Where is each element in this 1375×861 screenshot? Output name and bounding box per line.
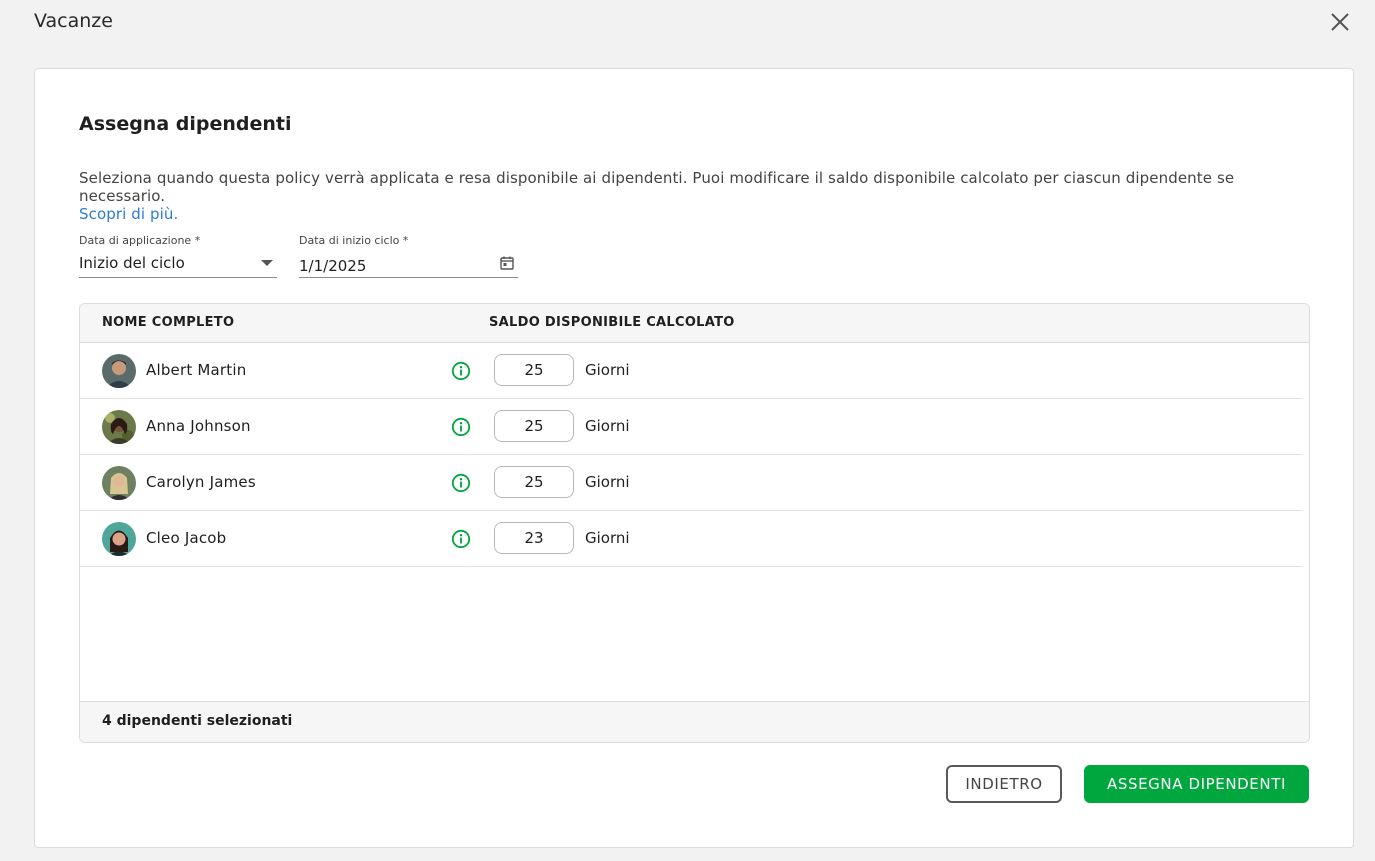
days-input[interactable] <box>494 354 574 386</box>
avatar <box>102 410 136 444</box>
description: Seleziona quando questa policy verrà app… <box>79 169 1309 223</box>
table-row: Carolyn James Giorni <box>80 455 1303 511</box>
employee-name: Cleo Jacob <box>146 529 227 547</box>
table-footer: 4 dipendenti selezionati <box>80 701 1309 742</box>
description-text: Seleziona quando questa policy verrà app… <box>79 169 1235 205</box>
days-input[interactable] <box>494 410 574 442</box>
info-icon[interactable] <box>451 473 471 493</box>
days-input[interactable] <box>494 522 574 554</box>
application-date-label: Data di applicazione * <box>79 234 201 247</box>
employee-name: Albert Martin <box>146 361 247 379</box>
close-button[interactable] <box>1328 10 1352 34</box>
calendar-icon[interactable] <box>500 256 514 270</box>
column-header-balance: SALDO DISPONIBILE CALCOLATO <box>489 315 735 330</box>
application-date-value: Inizio del ciclo <box>79 253 185 272</box>
assign-employees-card: Assegna dipendenti Seleziona quando ques… <box>34 68 1354 848</box>
info-icon[interactable] <box>451 361 471 381</box>
employee-name: Anna Johnson <box>146 417 251 435</box>
cycle-start-date-label: Data di inizio ciclo * <box>299 234 409 247</box>
table-row: Albert Martin Giorni <box>80 343 1303 399</box>
table-row: Cleo Jacob Giorni <box>80 511 1303 567</box>
table-row: Anna Johnson Giorni <box>80 399 1303 455</box>
application-date-select[interactable]: Inizio del ciclo <box>79 248 277 278</box>
assign-employees-button[interactable]: ASSEGNA DIPENDENTI <box>1084 765 1309 803</box>
avatar <box>102 522 136 556</box>
days-input[interactable] <box>494 466 574 498</box>
avatar <box>102 466 136 500</box>
window-title: Vacanze <box>34 10 113 32</box>
card-title: Assegna dipendenti <box>79 113 292 135</box>
column-header-name: NOME COMPLETO <box>102 315 235 330</box>
days-unit-label: Giorni <box>585 473 630 491</box>
employee-name: Carolyn James <box>146 473 256 491</box>
back-button[interactable]: INDIETRO <box>946 765 1062 803</box>
days-unit-label: Giorni <box>585 529 630 547</box>
employees-table: NOME COMPLETO SALDO DISPONIBILE CALCOLAT… <box>79 303 1310 743</box>
cycle-start-date-field[interactable]: Data di inizio ciclo * 1/1/2025 <box>299 234 518 278</box>
avatar <box>102 354 136 388</box>
info-icon[interactable] <box>451 529 471 549</box>
table-header: NOME COMPLETO SALDO DISPONIBILE CALCOLAT… <box>80 304 1309 343</box>
days-unit-label: Giorni <box>585 417 630 435</box>
selected-count: 4 dipendenti selezionati <box>102 713 293 729</box>
chevron-down-icon[interactable] <box>261 259 273 266</box>
close-icon <box>1331 13 1349 31</box>
cycle-start-date-input[interactable]: 1/1/2025 <box>299 248 518 278</box>
learn-more-link[interactable]: Scopri di più. <box>79 205 178 223</box>
days-unit-label: Giorni <box>585 361 630 379</box>
cycle-start-date-value: 1/1/2025 <box>299 256 367 275</box>
application-date-field[interactable]: Data di applicazione * Inizio del ciclo <box>79 234 277 278</box>
info-icon[interactable] <box>451 417 471 437</box>
